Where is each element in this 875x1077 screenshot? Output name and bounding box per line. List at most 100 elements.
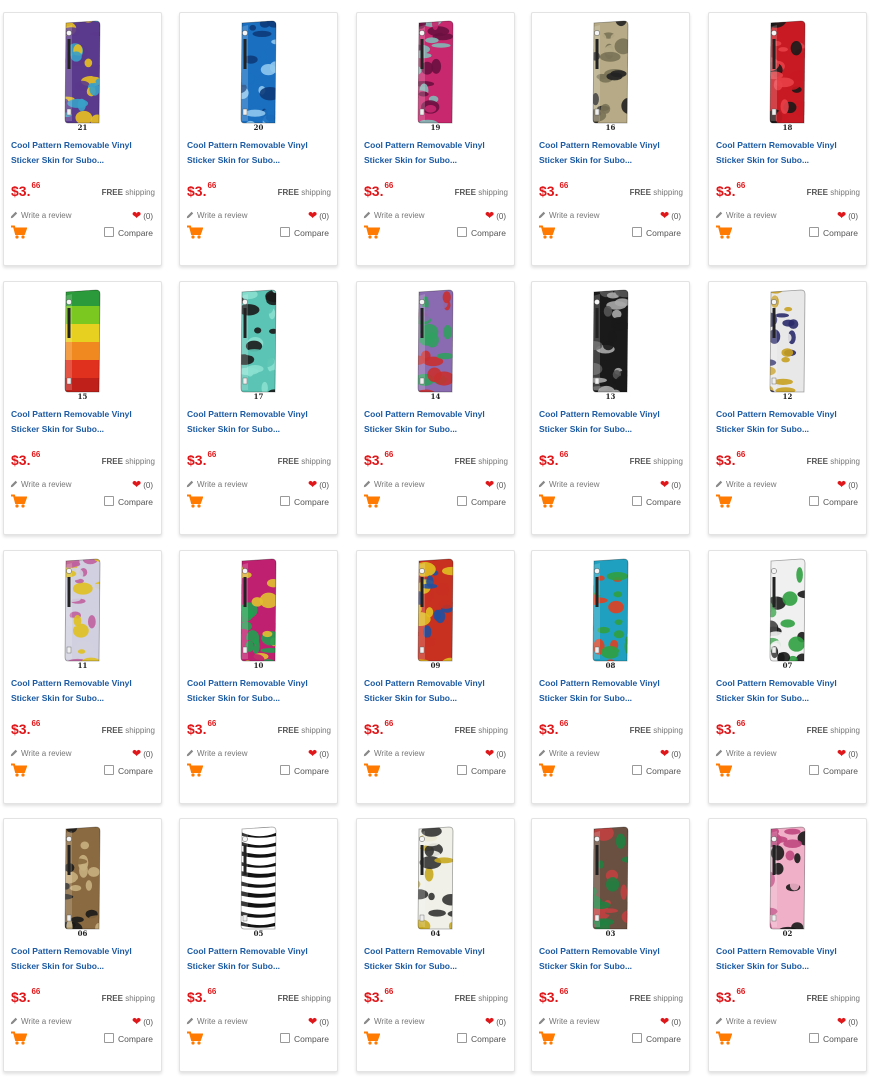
wishlist-button[interactable]: ❤ (0) — [308, 1015, 329, 1028]
write-review-link[interactable]: Write a review — [10, 1017, 72, 1026]
write-review-link[interactable]: Write a review — [538, 211, 600, 220]
write-review-link[interactable]: Write a review — [10, 211, 72, 220]
checkbox-box[interactable] — [809, 765, 820, 775]
product-title-link[interactable]: Cool Pattern Removable Vinyl Sticker Ski… — [187, 676, 333, 705]
product-image[interactable] — [357, 19, 514, 127]
product-thumbnail[interactable] — [357, 288, 514, 406]
product-image[interactable] — [532, 825, 689, 933]
write-review-link[interactable]: Write a review — [186, 1017, 248, 1026]
compare-checkbox[interactable]: Compare — [104, 227, 153, 238]
checkbox-box[interactable] — [280, 227, 291, 237]
write-review-link[interactable]: Write a review — [10, 480, 72, 489]
compare-checkbox[interactable]: Compare — [104, 765, 153, 776]
add-to-cart-icon[interactable] — [11, 763, 28, 777]
add-to-cart-icon[interactable] — [11, 1031, 28, 1045]
add-to-cart-icon[interactable] — [539, 1031, 556, 1045]
checkbox-box[interactable] — [632, 1033, 643, 1043]
product-image[interactable] — [4, 19, 161, 127]
product-image[interactable] — [532, 19, 689, 127]
wishlist-button[interactable]: ❤ (0) — [660, 747, 681, 760]
product-title-link[interactable]: Cool Pattern Removable Vinyl Sticker Ski… — [716, 138, 862, 167]
add-to-cart-icon[interactable] — [187, 225, 204, 239]
product-thumbnail[interactable] — [180, 825, 337, 943]
product-title-link[interactable]: Cool Pattern Removable Vinyl Sticker Ski… — [11, 138, 157, 167]
product-image[interactable] — [357, 288, 514, 396]
product-title-link[interactable]: Cool Pattern Removable Vinyl Sticker Ski… — [539, 407, 685, 436]
compare-checkbox[interactable]: Compare — [809, 765, 858, 776]
product-thumbnail[interactable] — [357, 19, 514, 137]
write-review-link[interactable]: Write a review — [186, 480, 248, 489]
product-image[interactable] — [709, 825, 866, 933]
checkbox-box[interactable] — [104, 227, 115, 237]
add-to-cart-icon[interactable] — [187, 1031, 204, 1045]
compare-checkbox[interactable]: Compare — [809, 227, 858, 238]
add-to-cart-icon[interactable] — [716, 1031, 733, 1045]
wishlist-button[interactable]: ❤ (0) — [485, 747, 506, 760]
product-image[interactable] — [357, 825, 514, 933]
write-review-link[interactable]: Write a review — [363, 1017, 425, 1026]
product-title-link[interactable]: Cool Pattern Removable Vinyl Sticker Ski… — [364, 944, 510, 973]
compare-checkbox[interactable]: Compare — [632, 227, 681, 238]
checkbox-box[interactable] — [809, 496, 820, 506]
wishlist-button[interactable]: ❤ (0) — [837, 209, 858, 222]
product-title-link[interactable]: Cool Pattern Removable Vinyl Sticker Ski… — [187, 138, 333, 167]
product-thumbnail[interactable] — [357, 557, 514, 675]
wishlist-button[interactable]: ❤ (0) — [132, 209, 153, 222]
checkbox-box[interactable] — [280, 496, 291, 506]
write-review-link[interactable]: Write a review — [715, 480, 777, 489]
wishlist-button[interactable]: ❤ (0) — [308, 747, 329, 760]
add-to-cart-icon[interactable] — [539, 763, 556, 777]
wishlist-button[interactable]: ❤ (0) — [660, 1015, 681, 1028]
checkbox-box[interactable] — [457, 496, 468, 506]
product-image[interactable] — [4, 825, 161, 933]
write-review-link[interactable]: Write a review — [715, 211, 777, 220]
checkbox-box[interactable] — [632, 227, 643, 237]
compare-checkbox[interactable]: Compare — [280, 496, 329, 507]
checkbox-box[interactable] — [104, 765, 115, 775]
checkbox-box[interactable] — [632, 765, 643, 775]
product-title-link[interactable]: Cool Pattern Removable Vinyl Sticker Ski… — [187, 407, 333, 436]
product-image[interactable] — [532, 288, 689, 396]
write-review-link[interactable]: Write a review — [10, 749, 72, 758]
wishlist-button[interactable]: ❤ (0) — [485, 478, 506, 491]
product-title-link[interactable]: Cool Pattern Removable Vinyl Sticker Ski… — [716, 676, 862, 705]
product-title-link[interactable]: Cool Pattern Removable Vinyl Sticker Ski… — [539, 138, 685, 167]
product-image[interactable] — [532, 557, 689, 665]
add-to-cart-icon[interactable] — [11, 494, 28, 508]
checkbox-box[interactable] — [457, 1033, 468, 1043]
write-review-link[interactable]: Write a review — [715, 1017, 777, 1026]
product-title-link[interactable]: Cool Pattern Removable Vinyl Sticker Ski… — [364, 407, 510, 436]
product-image[interactable] — [180, 825, 337, 933]
product-image[interactable] — [180, 288, 337, 396]
compare-checkbox[interactable]: Compare — [104, 496, 153, 507]
checkbox-box[interactable] — [104, 1033, 115, 1043]
compare-checkbox[interactable]: Compare — [280, 1033, 329, 1044]
product-thumbnail[interactable] — [709, 19, 866, 137]
add-to-cart-icon[interactable] — [364, 763, 381, 777]
checkbox-box[interactable] — [809, 1033, 820, 1043]
compare-checkbox[interactable]: Compare — [457, 496, 506, 507]
compare-checkbox[interactable]: Compare — [632, 765, 681, 776]
product-image[interactable] — [180, 19, 337, 127]
product-thumbnail[interactable] — [180, 19, 337, 137]
add-to-cart-icon[interactable] — [716, 494, 733, 508]
wishlist-button[interactable]: ❤ (0) — [660, 478, 681, 491]
compare-checkbox[interactable]: Compare — [457, 765, 506, 776]
add-to-cart-icon[interactable] — [539, 225, 556, 239]
wishlist-button[interactable]: ❤ (0) — [485, 209, 506, 222]
product-title-link[interactable]: Cool Pattern Removable Vinyl Sticker Ski… — [11, 676, 157, 705]
write-review-link[interactable]: Write a review — [715, 749, 777, 758]
product-thumbnail[interactable] — [4, 19, 161, 137]
product-thumbnail[interactable] — [532, 557, 689, 675]
add-to-cart-icon[interactable] — [11, 225, 28, 239]
product-title-link[interactable]: Cool Pattern Removable Vinyl Sticker Ski… — [364, 138, 510, 167]
checkbox-box[interactable] — [104, 496, 115, 506]
product-thumbnail[interactable] — [532, 19, 689, 137]
wishlist-button[interactable]: ❤ (0) — [132, 1015, 153, 1028]
compare-checkbox[interactable]: Compare — [632, 496, 681, 507]
add-to-cart-icon[interactable] — [716, 225, 733, 239]
product-image[interactable] — [709, 19, 866, 127]
product-thumbnail[interactable] — [4, 557, 161, 675]
product-title-link[interactable]: Cool Pattern Removable Vinyl Sticker Ski… — [11, 407, 157, 436]
product-thumbnail[interactable] — [532, 288, 689, 406]
